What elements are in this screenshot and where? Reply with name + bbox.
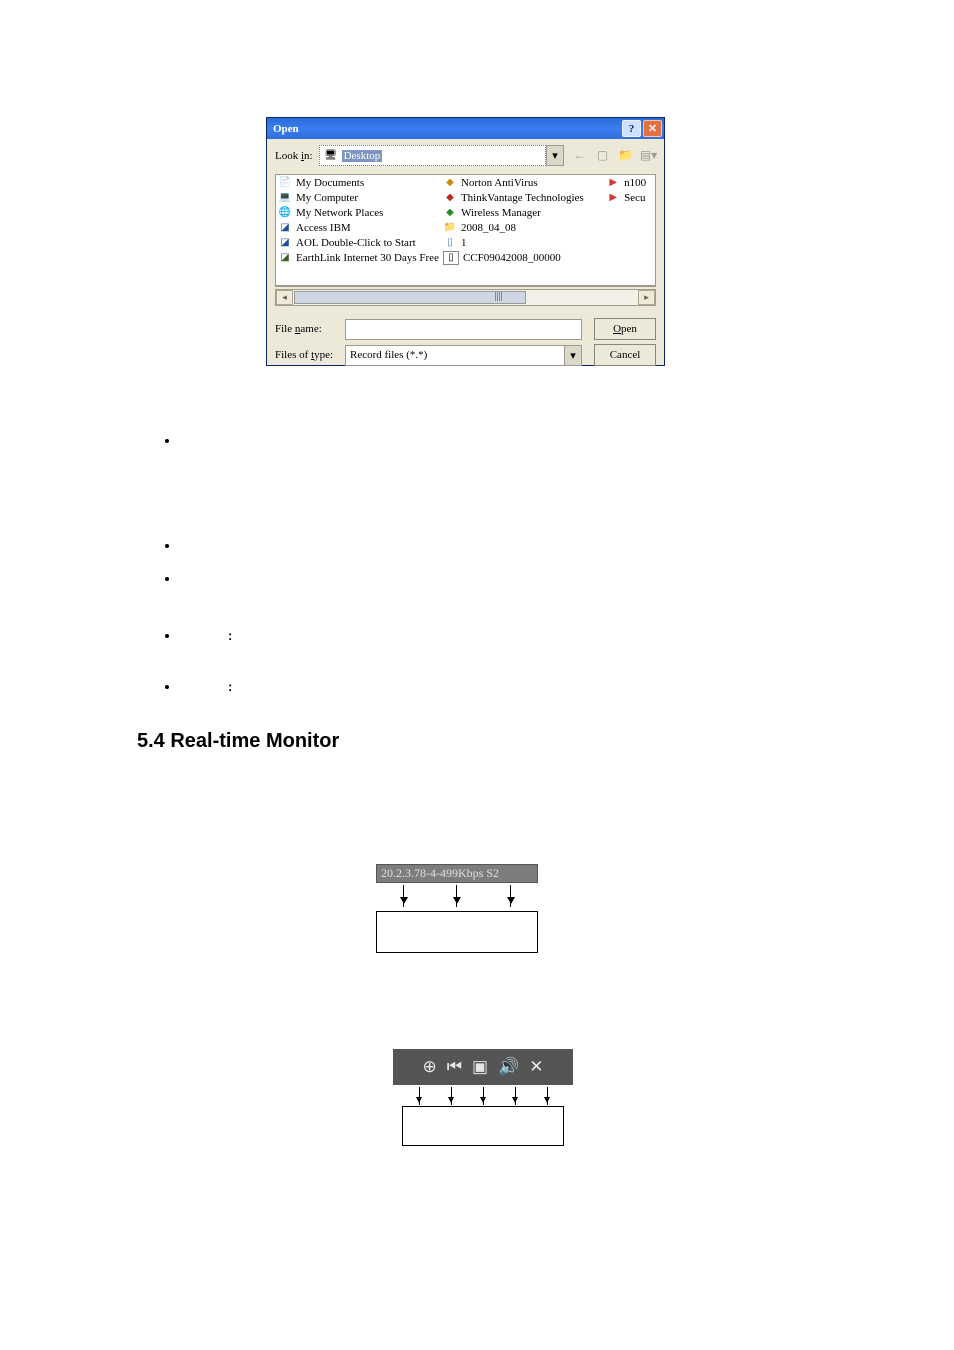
shortcut-icon: ◪ <box>278 237 292 249</box>
look-in-value: Desktop <box>342 150 383 162</box>
back-icon[interactable]: ← <box>572 148 587 163</box>
list-item: ◪EarthLink Internet 30 Days Free <box>278 250 439 265</box>
cancel-button[interactable]: Cancel <box>594 344 656 366</box>
scroll-thumb[interactable] <box>294 291 526 304</box>
bullet-item <box>180 628 232 643</box>
app-icon: ◆ <box>443 177 457 189</box>
list-item: ◪Access IBM <box>278 220 439 235</box>
list-item: ◆ThinkVantage Technologies <box>443 190 602 205</box>
folder-icon: 📁 <box>443 222 457 234</box>
app-icon: ◆ <box>443 192 457 204</box>
files-of-type-dropdown[interactable]: ▾ <box>564 345 582 366</box>
app-icon: ◆ <box>443 207 457 219</box>
arrow-icon <box>403 885 404 907</box>
new-folder-icon[interactable]: 📁 <box>618 148 633 163</box>
file-name-input[interactable] <box>345 319 582 340</box>
desktop-icon: 🖥 <box>324 150 338 162</box>
bullet-item <box>180 679 232 694</box>
section-heading: 5.4 Real-time Monitor <box>137 730 339 753</box>
monitor-toolbar-diagram: ⊕ ⏮ ▣ 🔊 ✕ <box>393 1049 573 1146</box>
arrow-icon <box>456 885 457 907</box>
record-icon[interactable]: ⏮ <box>447 1057 462 1077</box>
bullet-item <box>180 571 232 586</box>
file-icon: ▯ <box>443 251 459 265</box>
file-icon: ▶ <box>606 177 620 189</box>
list-item: ▶Secu <box>606 190 653 205</box>
network-icon: 🌐 <box>278 207 292 219</box>
title-bar: Open ? ✕ <box>267 118 664 139</box>
list-item: 🌐My Network Places <box>278 205 439 220</box>
arrow-icon <box>483 1087 484 1105</box>
look-in-label: Look in: <box>275 150 313 162</box>
sound-icon[interactable]: 🔊 <box>498 1057 519 1077</box>
scroll-right[interactable]: ▸ <box>638 290 655 305</box>
dialog-title: Open <box>273 123 620 135</box>
file-name-label: File name: <box>275 323 345 335</box>
monitor-status-diagram: 20.2.3.78-4-499Kbps S2 <box>376 864 538 953</box>
toolbar: ⊕ ⏮ ▣ 🔊 ✕ <box>393 1049 573 1085</box>
close-button[interactable]: ✕ <box>643 120 662 137</box>
close-icon[interactable]: ✕ <box>529 1057 543 1077</box>
list-item: ◪AOL Double-Click to Start <box>278 235 439 250</box>
monitor-status-label: 20.2.3.78-4-499Kbps S2 <box>376 864 538 883</box>
views-icon[interactable]: ▤▾ <box>641 148 656 163</box>
horizontal-scrollbar[interactable]: ◂ ▸ <box>275 289 656 306</box>
file-list[interactable]: 📄My Documents 💻My Computer 🌐My Network P… <box>275 174 656 287</box>
list-item: ▯CCF09042008_00000 <box>443 250 602 265</box>
bullet-item <box>180 433 232 448</box>
snapshot-icon[interactable]: ▣ <box>472 1057 488 1077</box>
files-of-type-label: Files of type: <box>275 349 345 361</box>
zoom-icon[interactable]: ⊕ <box>422 1057 436 1077</box>
shortcut-icon: ◪ <box>278 252 292 264</box>
scroll-left[interactable]: ◂ <box>276 290 293 305</box>
arrow-icon <box>515 1087 516 1105</box>
arrow-icon <box>419 1087 420 1105</box>
folder-icon: 📄 <box>278 177 292 189</box>
file-icon: ▶ <box>606 192 620 204</box>
look-in-dropdown[interactable]: ▾ <box>546 145 564 166</box>
list-item: ▶n100 <box>606 175 653 190</box>
help-button[interactable]: ? <box>622 120 641 137</box>
list-item: ◆Norton AntiVirus <box>443 175 602 190</box>
list-item: ▯1 <box>443 235 602 250</box>
arrow-icon <box>510 885 511 907</box>
up-icon[interactable]: ▢ <box>595 148 610 163</box>
computer-icon: 💻 <box>278 192 292 204</box>
placeholder-box <box>376 911 538 953</box>
shortcut-icon: ◪ <box>278 222 292 234</box>
open-file-dialog: Open ? ✕ Look in: 🖥 Desktop ▾ ← ▢ 📁 ▤▾ 📄… <box>266 117 665 366</box>
arrow-icon <box>547 1087 548 1105</box>
files-of-type-select[interactable]: Record files (*.*) <box>345 345 565 366</box>
look-in-select[interactable]: 🖥 Desktop <box>319 145 546 166</box>
list-item: 📄My Documents <box>278 175 439 190</box>
open-button[interactable]: Open <box>594 318 656 340</box>
list-item: 📁2008_04_08 <box>443 220 602 235</box>
file-icon: ▯ <box>443 237 457 249</box>
placeholder-box <box>402 1106 564 1146</box>
list-item: ◆Wireless Manager <box>443 205 602 220</box>
list-item: 💻My Computer <box>278 190 439 205</box>
bullet-list <box>140 433 232 724</box>
arrow-icon <box>451 1087 452 1105</box>
bullet-item <box>180 538 232 553</box>
